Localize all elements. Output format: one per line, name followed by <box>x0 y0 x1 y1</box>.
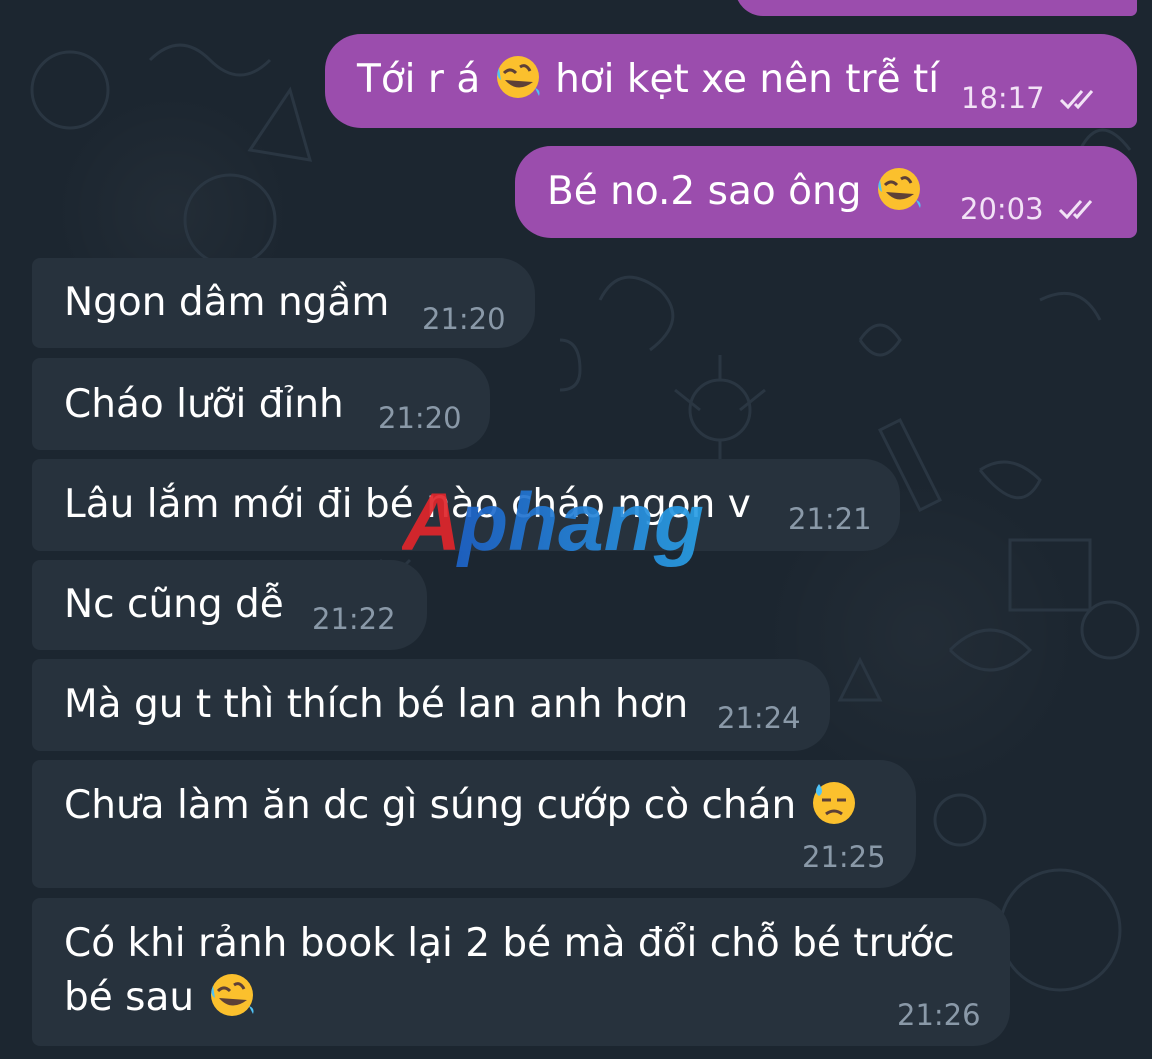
rolling-on-floor-laughing-emoji-icon <box>877 168 921 210</box>
message-bubble-outgoing[interactable]: Tới r á hơi kẹt xe nên trễ tí 18:17 <box>325 34 1137 128</box>
rolling-on-floor-laughing-emoji-icon <box>496 56 540 98</box>
rolling-on-floor-laughing-emoji-icon <box>210 974 253 1016</box>
message-bubble-partial[interactable] <box>735 0 1137 16</box>
chat-area[interactable]: Tới r á hơi kẹt xe nên trễ tí 18:17 Bé n… <box>0 0 1152 1059</box>
aphang-watermark-logo: A phang <box>402 482 704 568</box>
message-bubble-incoming[interactable]: Chưa làm ăn dc gì súng cướp cò chán 21:2… <box>32 760 916 888</box>
message-text: Bé no.2 sao ông <box>547 169 862 214</box>
message-bubble-incoming[interactable]: Cháo lưỡi đỉnh 21:20 <box>32 358 490 450</box>
double-check-read-icon <box>1059 90 1094 110</box>
message-bubble-incoming[interactable]: Ngon dâm ngầm 21:20 <box>32 258 535 348</box>
message-text: Tới r á <box>357 57 481 102</box>
message-time: 21:20 <box>378 401 462 435</box>
double-check-read-icon <box>1058 200 1093 220</box>
svg-text:A: A <box>402 482 461 568</box>
svg-text:phang: phang <box>456 482 704 568</box>
message-bubble-incoming[interactable]: Có khi rảnh book lại 2 bé mà đổi chỗ bé … <box>32 898 1010 1046</box>
downcast-face-with-sweat-emoji-icon <box>812 782 855 824</box>
message-text-line-2: bé sau <box>64 975 195 1020</box>
message-time: 21:24 <box>717 701 801 735</box>
message-time: 21:25 <box>802 840 886 874</box>
message-time: 18:17 <box>961 81 1045 115</box>
message-text: Cháo lưỡi đỉnh <box>64 382 344 427</box>
message-text-continued: hơi kẹt xe nên trễ tí <box>555 57 940 102</box>
message-time: 21:20 <box>422 302 506 336</box>
message-text: Nc cũng dễ <box>64 582 284 627</box>
message-time: 20:03 <box>960 192 1044 226</box>
message-text: Mà gu t thì thích bé lan anh hơn <box>64 682 689 727</box>
message-text: Ngon dâm ngầm <box>64 280 390 325</box>
message-bubble-incoming[interactable]: Nc cũng dễ 21:22 <box>32 560 427 650</box>
message-bubble-incoming[interactable]: Mà gu t thì thích bé lan anh hơn 21:24 <box>32 659 830 751</box>
message-text: Chưa làm ăn dc gì súng cướp cò chán <box>64 783 797 828</box>
message-text: Có khi rảnh book lại 2 bé mà đổi chỗ bé … <box>64 921 955 966</box>
message-time: 21:21 <box>788 502 872 536</box>
message-time: 21:22 <box>312 602 396 636</box>
message-time: 21:26 <box>897 998 981 1032</box>
message-bubble-outgoing[interactable]: Bé no.2 sao ông 20:03 <box>515 146 1137 238</box>
